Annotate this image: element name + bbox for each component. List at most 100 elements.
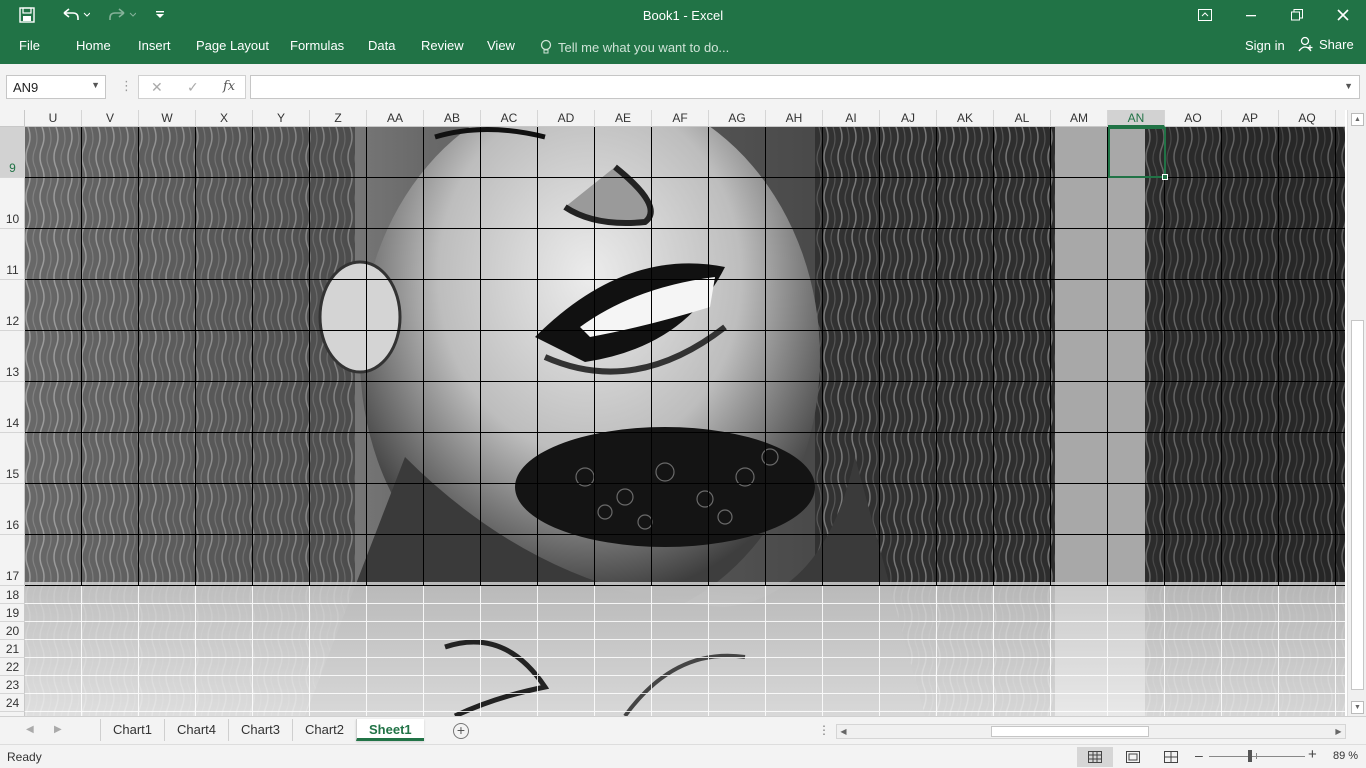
row-header-19[interactable]: 19 bbox=[0, 604, 25, 622]
column-header-ah[interactable]: AH bbox=[766, 110, 823, 127]
worksheet-grid: U V W X Y Z AA AB AC AD AE AF AG AH AI AJ AK AL AM AN AO AP AQ… bbox=[0, 110, 1366, 716]
column-header-z[interactable]: Z bbox=[310, 110, 367, 127]
column-header-ai[interactable]: AI bbox=[823, 110, 880, 127]
scroll-down-icon[interactable]: ▼ bbox=[1351, 701, 1364, 714]
row-header-14[interactable]: 14 bbox=[0, 382, 25, 433]
column-header-ag[interactable]: AG bbox=[709, 110, 766, 127]
column-header-am[interactable]: AM bbox=[1051, 110, 1108, 127]
column-header-an[interactable]: AN bbox=[1108, 110, 1165, 127]
page-break-preview-icon[interactable] bbox=[1153, 747, 1189, 767]
sheet-tab-chart1[interactable]: Chart1 bbox=[100, 719, 164, 741]
vertical-scrollbar[interactable]: ▲ ▼ bbox=[1347, 110, 1366, 716]
column-header-ak[interactable]: AK bbox=[937, 110, 994, 127]
page-layout-view-icon[interactable] bbox=[1115, 747, 1151, 767]
row-header-24[interactable]: 24 bbox=[0, 694, 25, 712]
sheet-tab-chart4[interactable]: Chart4 bbox=[164, 719, 228, 741]
redo-icon[interactable] bbox=[104, 4, 138, 26]
active-cell-AN9[interactable] bbox=[1108, 127, 1168, 180]
row-header-22[interactable]: 22 bbox=[0, 658, 25, 676]
chevron-down-icon[interactable]: ▼ bbox=[91, 80, 100, 90]
customize-qat-icon[interactable] bbox=[152, 4, 168, 26]
row-header-15[interactable]: 15 bbox=[0, 433, 25, 484]
minimize-icon[interactable] bbox=[1228, 0, 1274, 30]
sheet-tab-chart2[interactable]: Chart2 bbox=[292, 719, 356, 741]
tab-splitter-icon[interactable]: ⋮ bbox=[818, 723, 830, 737]
column-header-al[interactable]: AL bbox=[994, 110, 1051, 127]
tab-insert[interactable]: Insert bbox=[138, 38, 171, 53]
add-sheet-icon[interactable]: + bbox=[453, 723, 469, 739]
column-header-ap[interactable]: AP bbox=[1222, 110, 1279, 127]
zoom-slider[interactable] bbox=[1209, 756, 1305, 757]
zoom-slider-thumb[interactable] bbox=[1248, 750, 1252, 762]
row-header-13[interactable]: 13 bbox=[0, 331, 25, 382]
column-header-w[interactable]: W bbox=[139, 110, 196, 127]
sign-in-link[interactable]: Sign in bbox=[1245, 38, 1285, 53]
sheet-tab-chart3[interactable]: Chart3 bbox=[228, 719, 292, 741]
scroll-right-icon[interactable]: ▶ bbox=[1332, 725, 1345, 738]
column-header-ae[interactable]: AE bbox=[595, 110, 652, 127]
column-header-af[interactable]: AF bbox=[652, 110, 709, 127]
column-header-aj[interactable]: AJ bbox=[880, 110, 937, 127]
fill-handle[interactable] bbox=[1162, 174, 1168, 180]
cancel-icon[interactable]: ✕ bbox=[151, 79, 163, 96]
formula-bar: AN9 ▼ ⋮ ✕ ✓ fx ▼ bbox=[0, 64, 1366, 110]
horizontal-scrollbar[interactable]: ◀ ▶ bbox=[836, 724, 1346, 739]
row-header-17[interactable]: 17 bbox=[0, 535, 25, 586]
close-icon[interactable] bbox=[1320, 0, 1366, 30]
vertical-scroll-thumb[interactable] bbox=[1351, 320, 1364, 690]
save-icon[interactable] bbox=[16, 4, 38, 26]
column-header-aq[interactable]: AQ bbox=[1279, 110, 1336, 127]
restore-icon[interactable] bbox=[1274, 0, 1320, 30]
tab-view[interactable]: View bbox=[487, 38, 515, 53]
share-button[interactable]: Share bbox=[1298, 36, 1354, 52]
zoom-in-button[interactable]: + bbox=[1308, 746, 1317, 763]
tab-file[interactable]: File bbox=[19, 38, 40, 53]
row-header-16[interactable]: 16 bbox=[0, 484, 25, 535]
tab-page-layout[interactable]: Page Layout bbox=[196, 38, 269, 53]
row-header-21[interactable]: 21 bbox=[0, 640, 25, 658]
row-header-11[interactable]: 11 bbox=[0, 229, 25, 280]
tab-data[interactable]: Data bbox=[368, 38, 395, 53]
tell-me-box[interactable]: Tell me what you want to do... bbox=[540, 36, 729, 58]
select-all-corner[interactable] bbox=[0, 110, 25, 127]
undo-icon[interactable] bbox=[58, 4, 92, 26]
row-header-12[interactable]: 12 bbox=[0, 280, 25, 331]
next-sheet-icon[interactable]: ▶ bbox=[54, 724, 62, 735]
horizontal-scroll-thumb[interactable] bbox=[991, 726, 1149, 737]
column-header-x[interactable]: X bbox=[196, 110, 253, 127]
ribbon-display-options-icon[interactable] bbox=[1182, 0, 1228, 30]
column-header-ac[interactable]: AC bbox=[481, 110, 538, 127]
sheet-tab-sheet1[interactable]: Sheet1 bbox=[356, 719, 424, 741]
row-header-23[interactable]: 23 bbox=[0, 676, 25, 694]
zoom-100-tick bbox=[1256, 753, 1257, 759]
portrait-background-image bbox=[25, 127, 1345, 716]
column-header-v[interactable]: V bbox=[82, 110, 139, 127]
column-header-aa[interactable]: AA bbox=[367, 110, 424, 127]
zoom-out-button[interactable]: – bbox=[1195, 747, 1203, 763]
row-header-10[interactable]: 10 bbox=[0, 178, 25, 229]
column-header-ad[interactable]: AD bbox=[538, 110, 595, 127]
formula-bar-grip[interactable]: ⋮ bbox=[120, 78, 133, 94]
tab-home[interactable]: Home bbox=[76, 38, 111, 53]
column-header-y[interactable]: Y bbox=[253, 110, 310, 127]
scroll-left-icon[interactable]: ◀ bbox=[837, 725, 850, 738]
column-header-ao[interactable]: AO bbox=[1165, 110, 1222, 127]
insert-function-icon[interactable]: fx bbox=[223, 79, 235, 94]
name-box[interactable]: AN9 ▼ bbox=[6, 75, 106, 99]
cell-area[interactable] bbox=[25, 127, 1345, 716]
row-header-20[interactable]: 20 bbox=[0, 622, 25, 640]
formula-input[interactable]: ▼ bbox=[250, 75, 1360, 99]
tab-review[interactable]: Review bbox=[421, 38, 464, 53]
expand-formula-bar-icon[interactable]: ▼ bbox=[1344, 81, 1353, 91]
column-header-ab[interactable]: AB bbox=[424, 110, 481, 127]
enter-check-icon[interactable]: ✓ bbox=[187, 79, 199, 96]
column-header-u[interactable]: U bbox=[25, 110, 82, 127]
tab-formulas[interactable]: Formulas bbox=[290, 38, 344, 53]
normal-view-icon[interactable] bbox=[1077, 747, 1113, 767]
scroll-up-icon[interactable]: ▲ bbox=[1351, 113, 1364, 126]
zoom-level[interactable]: 89 % bbox=[1333, 750, 1358, 762]
row-header-18[interactable]: 18 bbox=[0, 586, 25, 604]
prev-sheet-icon[interactable]: ◀ bbox=[26, 724, 34, 735]
row-header-9[interactable]: 9 bbox=[0, 127, 25, 178]
status-text: Ready bbox=[7, 750, 42, 764]
